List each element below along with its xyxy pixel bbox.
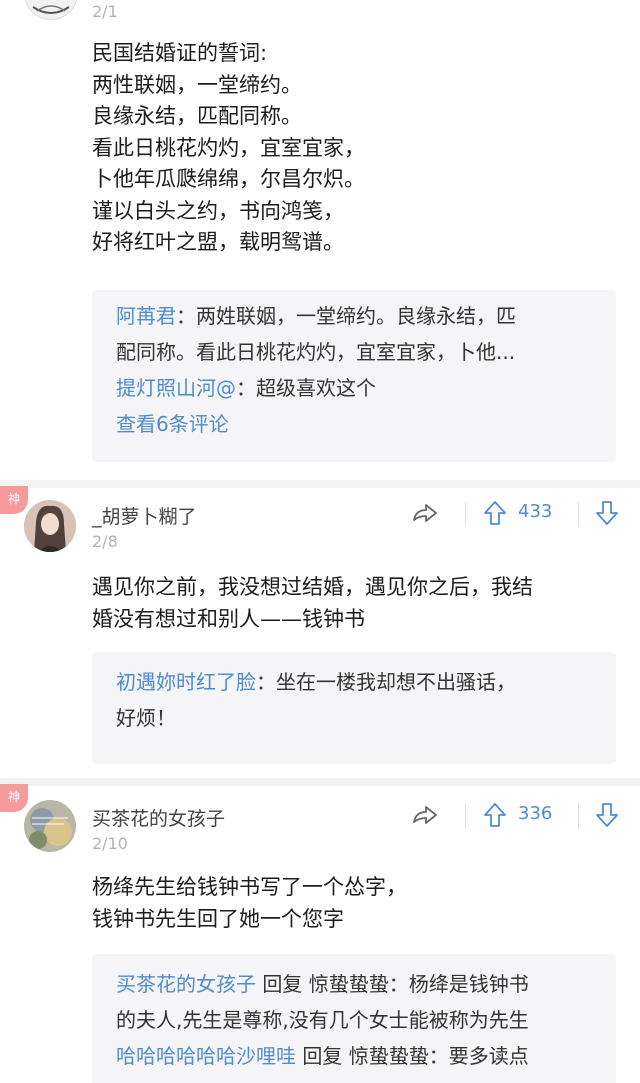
reply-text: ：要多读点 [428, 1044, 529, 1068]
divider [0, 778, 640, 786]
separator [465, 502, 466, 526]
reply-text: ：两姓联姻，一堂缔约。良缘永结，匹 [176, 304, 516, 328]
reply-verb: 回复 [296, 1044, 349, 1068]
reply-preview-box[interactable]: 初遇妳时红了脸：坐在一楼我却想不出骚话， 好烦！ [92, 652, 616, 764]
god-comment-badge: 神 [0, 784, 28, 812]
reply-item[interactable]: 初遇妳时红了脸：坐在一楼我却想不出骚话， [116, 664, 592, 700]
comment-post: 神 买茶花的女孩子 2/10 336 杨绛先生给钱钟书写了一个怂字， 钱钟书先生… [0, 784, 640, 1083]
text-line: 遇见你之前，我没想过结婚，遇见你之后，我结 [92, 575, 533, 599]
arrow-up-icon[interactable] [480, 498, 510, 528]
text-line: 良缘永结，匹配同称。 [92, 104, 302, 128]
avatar[interactable] [24, 0, 78, 20]
share-arrow-icon[interactable] [410, 498, 440, 528]
text-line: 民国结婚证的誓词: [92, 41, 268, 65]
floor-number: 2/10 [92, 834, 128, 853]
reply-text: ：超级喜欢这个 [236, 376, 376, 400]
separator [465, 804, 466, 828]
reply-item[interactable]: 阿苒君：两姓联姻，一堂缔约。良缘永结，匹 [116, 298, 592, 334]
comment-feed: 2/1 民国结婚证的誓词: 两性联姻，一堂缔约。 良缘永结，匹配同称。 看此日桃… [0, 0, 640, 1083]
comment-post: 2/1 民国结婚证的誓词: 两性联姻，一堂缔约。 良缘永结，匹配同称。 看此日桃… [0, 0, 640, 480]
reply-username[interactable]: 哈哈哈哈哈哈沙哩哇 [116, 1044, 296, 1068]
like-count: 433 [518, 501, 553, 522]
reply-item[interactable]: 提灯照山河@：超级喜欢这个 [116, 370, 592, 406]
text-line: 婚没有想过和别人——钱钟书 [92, 606, 365, 631]
text-line: 好将红叶之盟，载明鸳谱。 [92, 230, 344, 254]
avatar[interactable] [24, 500, 76, 552]
reply-item[interactable]: 买茶花的女孩子 回复 惊蛰蛰蛰：杨绛是钱钟书 [116, 966, 592, 1002]
username[interactable]: _胡萝卜糊了 [92, 502, 197, 529]
comment-text: 遇见你之前，我没想过结婚，遇见你之后，我结 婚没有想过和别人——钱钟书 [92, 572, 622, 635]
comment-post: 神 _胡萝卜糊了 2/8 433 遇见你之前，我没想过结婚，遇见你之后，我结 婚… [0, 486, 640, 778]
reply-text: ：杨绛是钱钟书 [388, 972, 529, 996]
view-all-replies-link[interactable]: 查看6条评论 [116, 406, 592, 442]
reply-username[interactable]: 提灯照山河@ [116, 376, 236, 400]
username[interactable]: 买茶花的女孩子 [92, 804, 225, 831]
vote-actions: 433 [410, 496, 640, 532]
comment-text: 民国结婚证的誓词: 两性联姻，一堂缔约。 良缘永结，匹配同称。 看此日桃花灼灼，… [92, 38, 622, 259]
share-arrow-icon[interactable] [410, 800, 440, 830]
divider [0, 480, 640, 488]
text-line: 看此日桃花灼灼，宜室宜家， [92, 135, 365, 160]
text-line: 杨绛先生给钱钟书写了一个怂字， [92, 875, 407, 899]
reply-target[interactable]: 惊蛰蛰蛰 [349, 1044, 429, 1068]
arrow-down-icon[interactable] [592, 800, 622, 830]
reply-username[interactable]: 初遇妳时红了脸 [116, 670, 256, 694]
reply-item[interactable]: 哈哈哈哈哈哈沙哩哇 回复 惊蛰蛰蛰：要多读点 [116, 1038, 592, 1074]
text-line: 两性联姻，一堂缔约。 [92, 72, 302, 97]
god-comment-badge: 神 [0, 486, 28, 514]
reply-text-continued: 配同称。看此日桃花灼灼，宜室宜家，卜他... [116, 340, 516, 364]
text-line: 卜他年瓜瓞绵绵，尔昌尔炽。 [92, 167, 365, 191]
reply-username[interactable]: 阿苒君 [116, 304, 176, 328]
arrow-down-icon[interactable] [592, 498, 622, 528]
reply-preview-box[interactable]: 阿苒君：两姓联姻，一堂缔约。良缘永结，匹 配同称。看此日桃花灼灼，宜室宜家，卜他… [92, 290, 616, 462]
separator [578, 502, 579, 526]
reply-text-continued: 好烦！ [116, 706, 176, 730]
reply-target[interactable]: 惊蛰蛰蛰 [309, 972, 389, 996]
separator [578, 804, 579, 828]
text-line: 钱钟书先生回了她一个您字 [92, 906, 344, 931]
reply-text: ：坐在一楼我却想不出骚话， [256, 670, 516, 694]
floor-number: 2/8 [92, 532, 118, 551]
arrow-up-icon[interactable] [480, 800, 510, 830]
vote-actions: 336 [410, 798, 640, 834]
reply-username[interactable]: 买茶花的女孩子 [116, 972, 256, 996]
reply-text-continued: 的夫人,先生是尊称,没有几个女士能被称为先生 [116, 1008, 529, 1032]
avatar[interactable] [24, 800, 76, 852]
like-count: 336 [518, 803, 553, 824]
reply-verb: 回复 [256, 972, 309, 996]
text-line: 谨以白头之约，书向鸿笺， [92, 198, 344, 223]
reply-preview-box[interactable]: 买茶花的女孩子 回复 惊蛰蛰蛰：杨绛是钱钟书 的夫人,先生是尊称,没有几个女士能… [92, 954, 616, 1083]
comment-text: 杨绛先生给钱钟书写了一个怂字， 钱钟书先生回了她一个您字 [92, 872, 622, 935]
floor-number: 2/1 [92, 2, 118, 21]
